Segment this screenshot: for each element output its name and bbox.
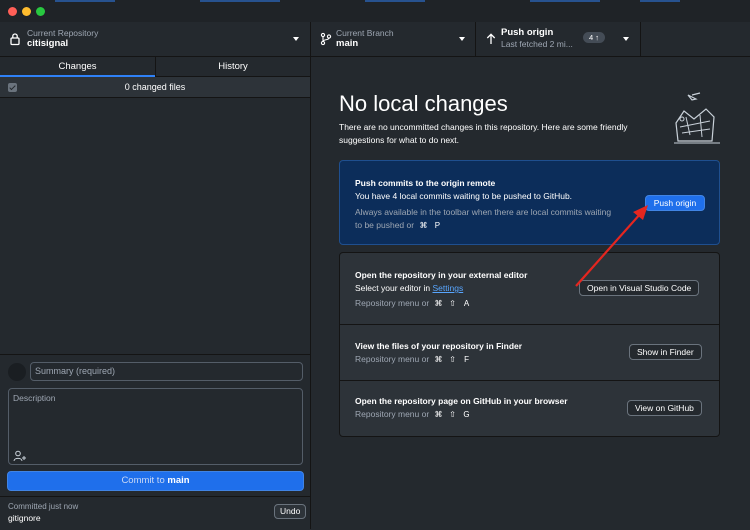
title-bar <box>0 0 750 22</box>
finder-hint-text: Repository menu or <box>355 354 430 364</box>
shortcut-key: F <box>464 355 469 364</box>
zoom-window-button[interactable] <box>36 7 45 16</box>
branch-selector[interactable]: Current Branch main <box>311 22 476 57</box>
shift-key-icon: ⇧ <box>449 410 456 419</box>
push-card-hint: Always available in the toolbar when the… <box>355 206 615 232</box>
empty-state-illustration <box>674 92 720 144</box>
settings-link[interactable]: Settings <box>432 283 463 293</box>
ahead-count-badge: 4 ↑ <box>583 32 606 43</box>
chevron-down-icon[interactable] <box>623 37 629 41</box>
repository-name: citisignal <box>27 38 69 49</box>
tab-history[interactable]: History <box>155 57 310 77</box>
shortcut-key: A <box>463 299 470 308</box>
chevron-down-icon <box>293 37 299 41</box>
close-window-button[interactable] <box>8 7 17 16</box>
title-stripe <box>365 0 425 2</box>
editor-description: Select your editor in Settings <box>355 283 463 293</box>
open-in-editor-button[interactable]: Open in Visual Studio Code <box>579 280 700 296</box>
toolbar: Current Repository citisignal Current Br… <box>0 22 750 57</box>
title-stripe <box>55 0 115 2</box>
commit-form: Summary (required) Description Commit to… <box>0 354 310 529</box>
suggestions-list: Open the repository in your external edi… <box>339 252 720 437</box>
branch-label: Current Branch <box>336 28 394 38</box>
command-key-icon: ⌘ <box>419 221 428 230</box>
editor-description-text: Select your editor in <box>355 283 433 293</box>
show-in-finder-button[interactable]: Show in Finder <box>629 344 702 360</box>
github-suggestion: Open the repository page on GitHub in yo… <box>340 381 719 436</box>
arrow-up-icon <box>486 33 496 44</box>
command-key-icon: ⌘ <box>434 355 443 364</box>
branch-icon <box>320 32 332 46</box>
sidebar-tabs: Changes History <box>0 57 310 77</box>
github-desktop-window: Current Repository citisignal Current Br… <box>0 0 750 529</box>
page-title: No local changes <box>339 91 508 116</box>
push-card-description: You have 4 local commits waiting to be p… <box>355 191 573 201</box>
finder-heading: View the files of your repository in Fin… <box>355 341 523 351</box>
shift-key-icon: ⇧ <box>449 299 456 308</box>
view-on-github-button[interactable]: View on GitHub <box>627 400 702 416</box>
repository-selector[interactable]: Current Repository citisignal <box>0 22 311 57</box>
summary-input[interactable]: Summary (required) <box>30 362 303 381</box>
minimize-window-button[interactable] <box>22 7 31 16</box>
description-input[interactable]: Description <box>8 388 303 465</box>
avatar <box>8 363 26 381</box>
no-changes-view: No local changes There are no uncommitte… <box>311 57 750 529</box>
tab-changes[interactable]: Changes <box>0 57 155 77</box>
chevron-down-icon <box>459 37 465 41</box>
undo-button[interactable]: Undo <box>274 504 307 519</box>
changes-sidebar: Changes History 0 changed files Summary … <box>0 57 311 529</box>
finder-suggestion: View the files of your repository in Fin… <box>340 325 719 381</box>
title-stripe <box>640 0 680 2</box>
push-label: Push origin <box>501 27 554 38</box>
repository-label: Current Repository <box>27 28 99 38</box>
page-subtitle: There are no uncommitted changes in this… <box>339 122 628 145</box>
last-commit-bar: Committed just now gitignore Undo <box>0 496 310 530</box>
editor-hint-text: Repository menu or <box>355 298 430 308</box>
description-placeholder: Description <box>13 393 56 403</box>
push-origin-button[interactable]: Push origin <box>645 195 705 211</box>
github-heading: Open the repository page on GitHub in yo… <box>355 396 568 406</box>
commit-button-branch: main <box>167 475 190 486</box>
github-hint: Repository menu or ⌘ ⇧ G <box>355 409 474 419</box>
last-commit-time: Committed just now <box>8 502 79 511</box>
shift-key-icon: ⇧ <box>449 355 456 364</box>
push-origin-toolbar-button[interactable]: Push origin Last fetched 2 mi... 4 ↑ <box>476 22 641 57</box>
lock-icon <box>10 33 20 46</box>
changed-files-count: 0 changed files <box>124 82 186 92</box>
command-key-icon: ⌘ <box>434 299 443 308</box>
editor-hint: Repository menu or ⌘ ⇧ A <box>355 298 474 308</box>
branch-name: main <box>336 38 359 49</box>
title-stripe <box>530 0 600 2</box>
changed-files-header: 0 changed files <box>0 77 310 98</box>
editor-suggestion: Open the repository in your external edi… <box>340 253 719 325</box>
github-hint-text: Repository menu or <box>355 409 430 419</box>
push-suggestion-card: Push commits to the origin remote You ha… <box>339 160 720 245</box>
commit-button[interactable]: Commit to main <box>7 471 304 491</box>
command-key-icon: ⌘ <box>434 410 443 419</box>
editor-heading: Open the repository in your external edi… <box>355 270 528 280</box>
finder-hint: Repository menu or ⌘ ⇧ F <box>355 354 474 364</box>
shortcut-key: P <box>434 221 441 230</box>
push-card-heading: Push commits to the origin remote <box>355 178 496 188</box>
add-coauthor-icon[interactable] <box>13 450 27 462</box>
title-stripe <box>200 0 280 2</box>
last-commit-message: gitignore <box>8 513 41 523</box>
commit-button-prefix: Commit to <box>121 475 168 486</box>
last-fetched-text: Last fetched 2 mi... <box>501 39 573 49</box>
push-card-hint-text: Always available in the toolbar when the… <box>355 207 612 230</box>
shortcut-key: G <box>463 410 470 419</box>
